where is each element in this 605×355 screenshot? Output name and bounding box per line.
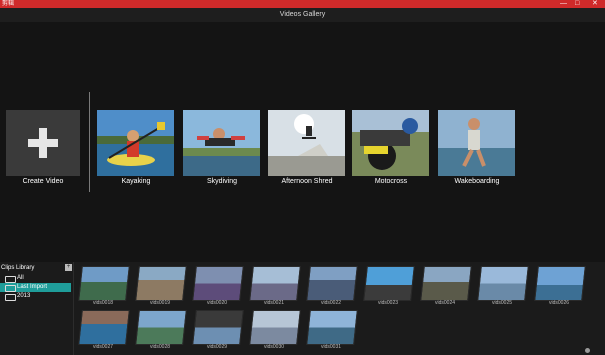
clip-thumbnail[interactable] [306,310,358,345]
gallery-tile-label: Motocross [374,178,408,185]
clip-label: vids0021 [263,300,284,306]
clip-thumbnail[interactable] [306,266,358,301]
clip-label: vids0024 [434,300,455,306]
clip-thumbnail[interactable] [192,310,244,345]
maximize-button[interactable]: □ [575,0,579,8]
gallery-tile-label: Kayaking [121,178,151,185]
create-video-button[interactable] [6,110,80,176]
clip-thumbnail[interactable] [78,266,130,301]
library-item-last-import[interactable]: Last Import [0,283,71,292]
clips-library-title: Clips Library [1,265,35,271]
clip-thumbnail[interactable] [249,310,301,345]
library-divider [73,262,74,355]
clip-label: vids0031 [320,344,341,350]
clip-label: vids0030 [263,344,284,350]
clip-label: vids0029 [206,344,227,350]
clip-label: vids0027 [92,344,113,350]
clip-thumbnail[interactable] [135,266,187,301]
clips-library-header: Clips Library + [0,264,73,273]
clip-label: vids0018 [92,300,113,306]
clip-thumbnail[interactable] [477,266,529,301]
gallery-tile-label: Skydiving [207,178,237,185]
clip-thumbnail[interactable] [192,266,244,301]
window-titlebar: 剪辑 — □ ✕ [0,0,605,8]
folder-icon [5,294,16,301]
gallery-tile-afternoon-shred[interactable] [268,110,345,176]
clip-label: vids0023 [377,300,398,306]
gallery-divider [89,92,90,192]
clip-thumbnail[interactable] [363,266,415,301]
clip-label: vids0020 [206,300,227,306]
page-title: Videos Gallery [279,11,326,18]
clip-thumbnail[interactable] [534,266,586,301]
clip-label: vids0025 [491,300,512,306]
create-video-label: Create Video [22,178,64,185]
gallery-tile-motocross[interactable] [352,110,429,176]
plus-icon-vertical [39,128,47,158]
clip-label: vids0026 [548,300,569,306]
library-item-2013[interactable]: 2013 [0,292,71,301]
gallery-tile-skydiving[interactable] [183,110,260,176]
minimize-button[interactable]: — [560,0,567,8]
clip-label: vids0028 [149,344,170,350]
gallery-tile-label: Afternoon Shred [281,178,333,185]
clip-label: vids0019 [149,300,170,306]
gallery-tile-label: Wakeboarding [454,178,500,185]
app-name: 剪辑 [2,1,15,7]
corner-indicator-icon [585,348,590,353]
gallery-tile-wakeboarding[interactable] [438,110,515,176]
folder-icon [5,285,16,292]
library-add-button[interactable]: + [65,264,72,271]
clip-thumbnail[interactable] [78,310,130,345]
folder-icon [5,276,16,283]
library-item-all[interactable]: All [0,274,71,283]
clip-thumbnail[interactable] [135,310,187,345]
clip-label: vids0022 [320,300,341,306]
clip-thumbnail[interactable] [249,266,301,301]
page-header: Videos Gallery [0,8,605,22]
clip-thumbnail[interactable] [420,266,472,301]
gallery-tile-kayaking[interactable] [97,110,174,176]
close-button[interactable]: ✕ [592,0,598,8]
